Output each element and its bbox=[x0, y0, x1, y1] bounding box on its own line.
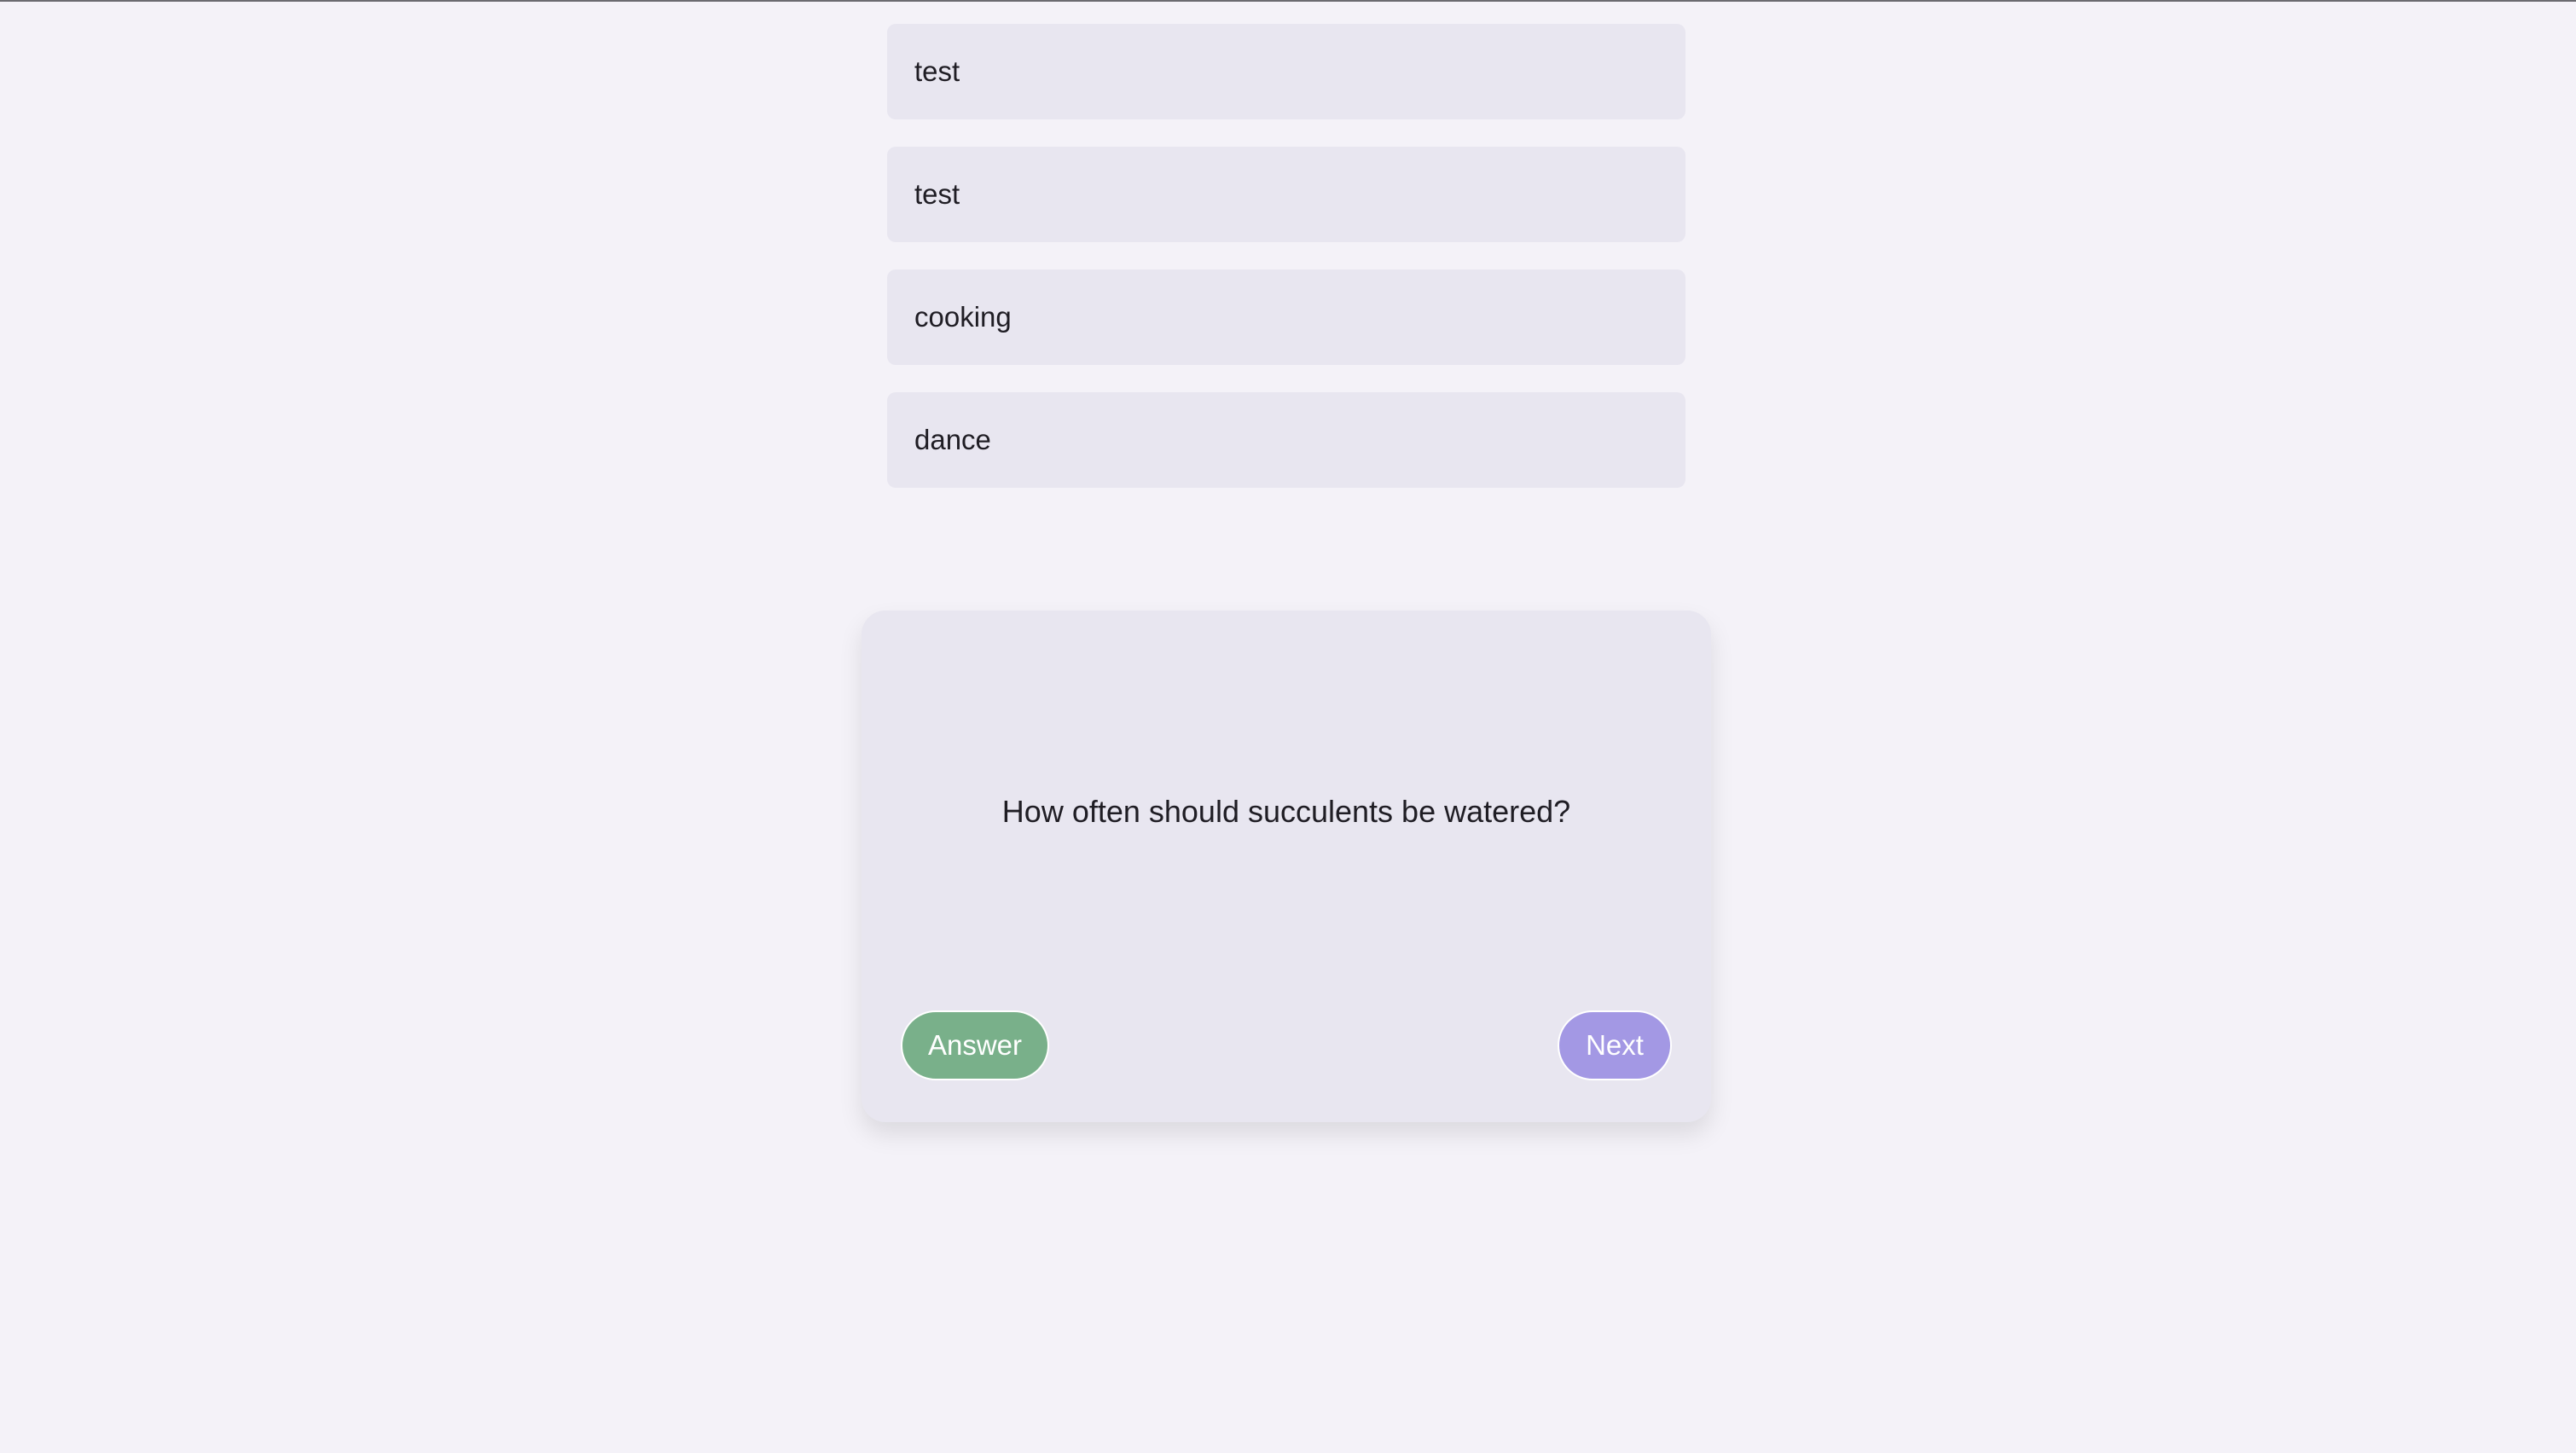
category-item-label: test bbox=[914, 178, 960, 210]
category-list: test test cooking dance bbox=[887, 24, 1685, 515]
question-text: How often should succulents be watered? bbox=[1001, 794, 1571, 829]
category-item-dance[interactable]: dance bbox=[887, 392, 1685, 488]
next-button[interactable]: Next bbox=[1558, 1010, 1672, 1080]
category-item-cooking[interactable]: cooking bbox=[887, 269, 1685, 365]
top-border bbox=[0, 0, 2576, 2]
answer-button[interactable]: Answer bbox=[901, 1010, 1049, 1080]
category-item-label: dance bbox=[914, 424, 991, 455]
category-item-label: test bbox=[914, 55, 960, 87]
category-item-test-1[interactable]: test bbox=[887, 24, 1685, 119]
next-button-label: Next bbox=[1586, 1029, 1644, 1061]
answer-button-label: Answer bbox=[927, 1029, 1023, 1061]
category-item-label: cooking bbox=[914, 301, 1012, 333]
flashcard: How often should succulents be watered? … bbox=[862, 611, 1711, 1122]
category-item-test-2[interactable]: test bbox=[887, 147, 1685, 242]
